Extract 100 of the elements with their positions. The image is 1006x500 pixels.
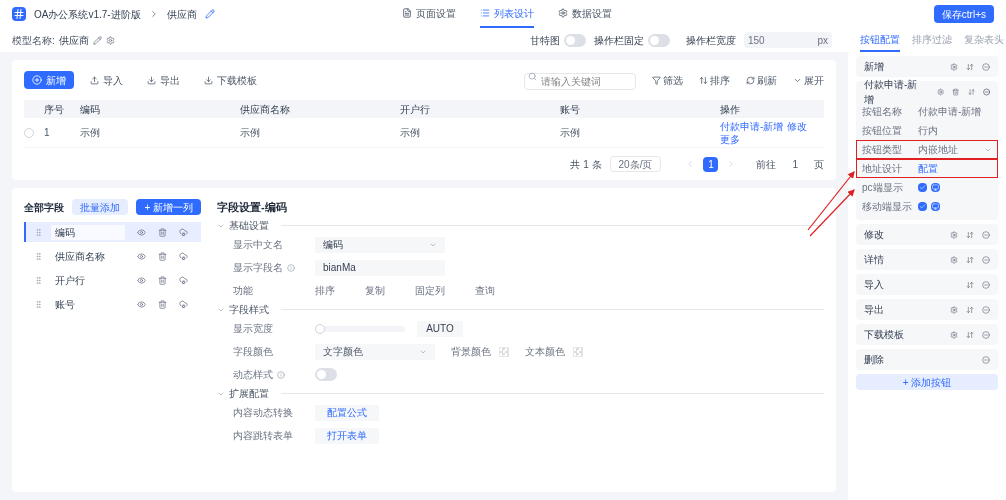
section-title[interactable]: 扩展配置 xyxy=(229,386,269,401)
tool-button[interactable]: 排序 xyxy=(699,72,730,88)
select-field[interactable]: 编码 xyxy=(315,236,445,253)
reorder-icon[interactable] xyxy=(966,230,974,239)
slider-thumb[interactable] xyxy=(315,323,325,334)
reorder-icon[interactable] xyxy=(966,280,974,289)
config-button[interactable]: 打开表单 xyxy=(315,427,379,444)
settings-icon[interactable] xyxy=(105,35,115,45)
tool-button[interactable]: 筛选 xyxy=(652,72,683,88)
text-field[interactable]: bianMa xyxy=(315,259,445,276)
collapse-icon[interactable] xyxy=(982,280,990,289)
color-swatch[interactable] xyxy=(573,346,583,357)
settings-icon[interactable] xyxy=(950,62,958,71)
cloud-gear-icon[interactable] xyxy=(179,275,188,285)
button-name[interactable]: 删除 xyxy=(864,352,884,367)
collapse-icon[interactable] xyxy=(982,230,990,239)
field-row[interactable]: 供应商名称 xyxy=(24,246,201,266)
field-row[interactable]: 编码 xyxy=(24,222,201,242)
option-item[interactable]: 固定列 xyxy=(415,283,445,298)
toggle-switch[interactable] xyxy=(564,33,586,47)
row-action-link[interactable]: 付款申请-新增 xyxy=(720,119,784,133)
select-field[interactable]: 内嵌地址 xyxy=(918,142,992,157)
toggle-switch[interactable] xyxy=(315,368,337,381)
checkbox[interactable] xyxy=(918,202,927,211)
button-name[interactable]: 导出 xyxy=(864,302,884,317)
reorder-icon[interactable] xyxy=(966,62,974,71)
toolbar-button[interactable]: 下载模板 xyxy=(196,71,265,89)
page-number[interactable]: 1 xyxy=(703,156,719,172)
width-input[interactable]: 150 px xyxy=(744,32,832,48)
toolbar-button[interactable]: 导入 xyxy=(82,71,131,89)
trash-icon[interactable] xyxy=(158,299,167,309)
trash-icon[interactable] xyxy=(158,227,167,237)
option-item[interactable]: 查询 xyxy=(475,283,495,298)
page-tab[interactable]: 页面设置 xyxy=(402,0,456,28)
config-link[interactable]: 配置 xyxy=(918,161,938,176)
settings-icon[interactable] xyxy=(950,305,958,314)
collapse-icon[interactable] xyxy=(982,62,990,71)
button-name[interactable]: 修改 xyxy=(864,227,884,242)
drag-handle-icon[interactable] xyxy=(34,299,43,309)
row-action-link[interactable]: 更多 xyxy=(720,132,740,146)
settings-icon[interactable] xyxy=(950,230,958,239)
page-tab[interactable]: 数据设置 xyxy=(558,0,612,28)
reorder-icon[interactable] xyxy=(966,255,974,264)
collapse-icon[interactable] xyxy=(982,355,990,364)
toggle-switch[interactable] xyxy=(648,33,670,47)
eye-icon[interactable] xyxy=(137,275,146,285)
search-field[interactable]: 请输入关键词 xyxy=(524,73,636,90)
drag-handle-icon[interactable] xyxy=(34,275,43,285)
tool-button[interactable]: 展开 xyxy=(793,72,824,88)
reorder-icon[interactable] xyxy=(966,305,974,314)
settings-icon[interactable] xyxy=(950,330,958,339)
cloud-gear-icon[interactable] xyxy=(179,227,188,237)
row-action-link[interactable]: 修改 xyxy=(787,119,808,133)
option-item[interactable]: 排序 xyxy=(315,283,335,298)
checkbox[interactable] xyxy=(918,183,927,192)
add-button[interactable]: 新增 xyxy=(24,71,74,89)
drag-handle-icon[interactable] xyxy=(34,251,43,261)
goto-input[interactable]: 1 xyxy=(784,156,806,172)
section-title[interactable]: 基础设置 xyxy=(229,218,269,233)
button-name[interactable]: 付款申请-新增 xyxy=(864,76,922,107)
eye-icon[interactable] xyxy=(137,299,146,309)
collapse-icon[interactable] xyxy=(982,255,990,264)
app-name[interactable]: OA办公系统v1.7-进阶版 xyxy=(34,6,141,22)
collapse-icon[interactable] xyxy=(982,87,990,96)
edit-icon[interactable] xyxy=(92,35,102,45)
field-row[interactable]: 开户行 xyxy=(24,270,201,290)
cloud-gear-icon[interactable] xyxy=(179,251,188,261)
tool-button[interactable]: 刷新 xyxy=(746,72,777,88)
drag-handle-icon[interactable] xyxy=(34,227,43,237)
toolbar-button[interactable]: 导出 xyxy=(139,71,188,89)
button-name[interactable]: 导入 xyxy=(864,277,884,292)
edit-icon[interactable] xyxy=(204,9,215,19)
trash-icon[interactable] xyxy=(158,251,167,261)
reorder-icon[interactable] xyxy=(966,330,974,339)
save-button[interactable]: 保存ctrl+s xyxy=(933,5,994,23)
settings-icon[interactable] xyxy=(937,87,945,96)
button-name[interactable]: 详情 xyxy=(864,252,884,267)
color-swatch[interactable] xyxy=(499,346,509,357)
eye-icon[interactable] xyxy=(137,251,146,261)
eye-icon[interactable] xyxy=(137,227,146,237)
section-title[interactable]: 字段样式 xyxy=(229,302,269,317)
option-item[interactable]: 复制 xyxy=(365,283,385,298)
add-button-button[interactable]: + 添加按钮 xyxy=(856,374,998,390)
trash-icon[interactable] xyxy=(952,87,960,96)
add-column-button[interactable]: + 新增一列 xyxy=(136,199,201,215)
settings-icon[interactable] xyxy=(950,255,958,264)
collapse-icon[interactable] xyxy=(982,305,990,314)
button-name[interactable]: 下载模板 xyxy=(864,327,904,342)
batch-add-button[interactable]: 批量添加 xyxy=(72,199,129,215)
slider-track[interactable] xyxy=(315,323,405,334)
collapse-icon[interactable] xyxy=(982,330,990,339)
config-button[interactable]: 配置公式 xyxy=(315,404,379,421)
trash-icon[interactable] xyxy=(158,275,167,285)
cloud-gear-icon[interactable] xyxy=(179,299,188,309)
button-name[interactable]: 新增 xyxy=(864,59,884,74)
field-row[interactable]: 账号 xyxy=(24,294,201,314)
page-size-select[interactable]: 20条/页 xyxy=(609,156,662,172)
reorder-icon[interactable] xyxy=(967,87,975,96)
field-name-input[interactable]: 编码 xyxy=(51,224,125,240)
select-field[interactable]: 文字颜色 xyxy=(315,343,435,360)
